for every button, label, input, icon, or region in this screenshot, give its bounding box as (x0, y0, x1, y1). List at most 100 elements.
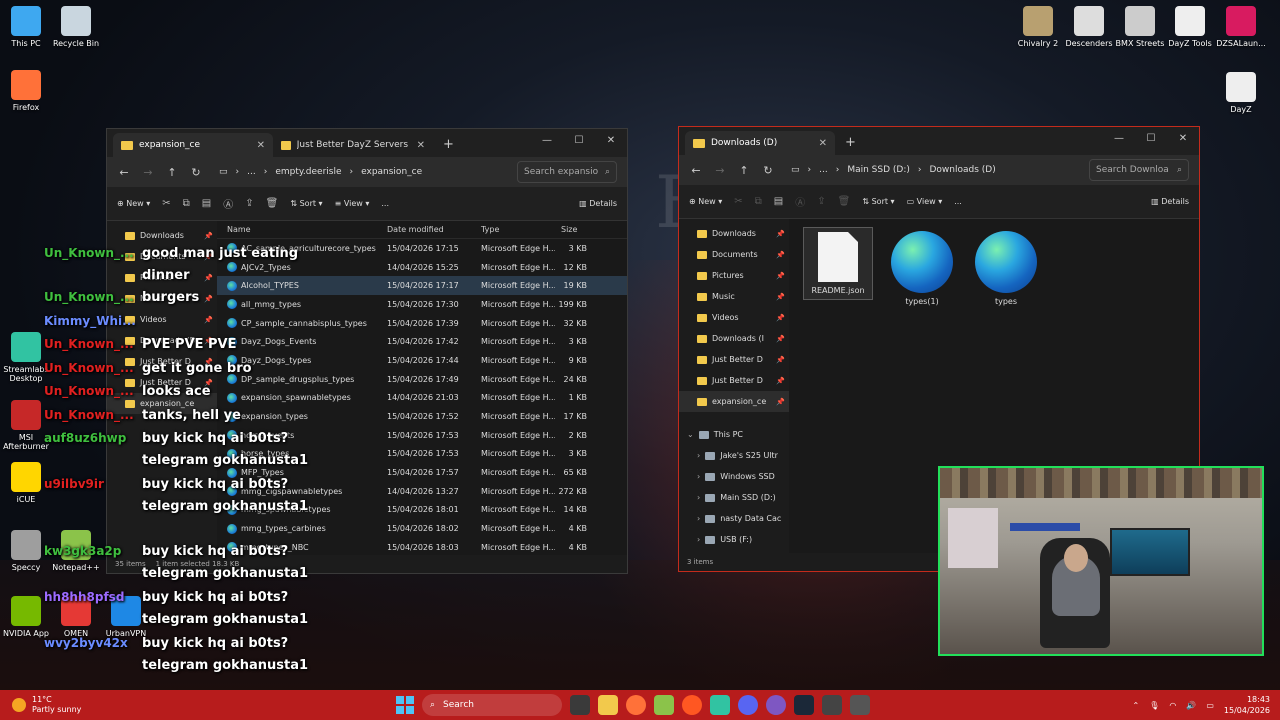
table-row[interactable]: CP_sample_cannabisplus_types 15/04/2026 1… (217, 314, 627, 333)
desktop-icon[interactable]: Firefox (0, 70, 52, 112)
back-icon[interactable]: ← (689, 164, 703, 177)
weather-widget[interactable]: 11°C Partly sunny (0, 695, 160, 715)
sort-button[interactable]: ⇅ Sort ▾ (290, 199, 322, 208)
microphone-icon[interactable]: 🎙 (1149, 701, 1159, 710)
close-tab-icon[interactable]: ✕ (819, 138, 827, 149)
chevron-right-icon[interactable]: ⌄ (687, 430, 694, 439)
paste-icon[interactable]: ▤ (774, 196, 783, 207)
new-button[interactable]: ⊕ New ▾ (117, 199, 150, 208)
up-icon[interactable]: ↑ (737, 164, 751, 177)
chevron-up-icon[interactable]: ⌃ (1133, 701, 1140, 710)
file-tile[interactable]: README.json (803, 227, 873, 300)
details-button[interactable]: ▥ Details (1151, 197, 1189, 206)
nav-item[interactable]: Documents 📌 (679, 244, 789, 265)
nav-item[interactable]: Pictures 📌 (679, 265, 789, 286)
notepad-plus-plus-icon[interactable] (654, 695, 674, 715)
obs-icon[interactable] (766, 695, 786, 715)
share-icon[interactable]: ⇪ (817, 196, 825, 207)
nav-item[interactable]: Downloads (I 📌 (679, 328, 789, 349)
breadcrumb[interactable]: ▭ › ... › Main SSD (D:) › Downloads (D) (785, 159, 1079, 181)
search-input[interactable]: Search Downloa ⌕ (1089, 159, 1189, 181)
nav-item[interactable]: › Windows SSD (679, 466, 789, 487)
table-row[interactable]: Dayz_Dogs_types 15/04/2026 17:44 Microsoft… (217, 351, 627, 370)
discord-icon[interactable] (738, 695, 758, 715)
table-row[interactable]: Alcohol_TYPES 15/04/2026 17:17 Microsoft E… (217, 276, 627, 296)
minimize-icon[interactable]: — (531, 129, 563, 151)
chevron-right-icon[interactable]: › (697, 535, 700, 544)
maximize-icon[interactable]: ☐ (1135, 127, 1167, 149)
nav-item[interactable]: › USB (F:) (679, 529, 789, 550)
battery-icon[interactable]: ▭ (1206, 701, 1214, 710)
more-button[interactable]: ... (381, 199, 389, 208)
dayz-tools-icon[interactable] (850, 695, 870, 715)
column-date[interactable]: Date modified (381, 225, 475, 234)
nav-item[interactable]: Just Better D 📌 (679, 370, 789, 391)
nav-item[interactable]: › Main SSD (D:) (679, 487, 789, 508)
refresh-icon[interactable]: ↻ (761, 164, 775, 177)
breadcrumb-item[interactable]: Main SSD (D:) (847, 165, 910, 175)
nav-item[interactable]: Downloads 📌 (679, 223, 789, 244)
up-icon[interactable]: ↑ (165, 166, 179, 179)
streamlabs-icon[interactable] (710, 695, 730, 715)
nav-item[interactable]: Videos 📌 (679, 307, 789, 328)
tab-just-better-dayz[interactable]: Just Better DayZ Servers Serve ✕ (273, 133, 433, 157)
nav-item[interactable]: expansion_ce 📌 (679, 391, 789, 412)
file-tile[interactable]: types(1) (887, 227, 957, 310)
clock[interactable]: 18:43 15/04/2026 (1224, 694, 1270, 716)
minimize-icon[interactable]: — (1103, 127, 1135, 149)
tab-expansion-ce[interactable]: expansion_ce ✕ (113, 133, 273, 157)
breadcrumb-overflow[interactable]: ... (819, 165, 828, 175)
table-row[interactable]: mmg_types_carbines 15/04/2026 18:02 Micros… (217, 519, 627, 538)
nav-item[interactable]: Downloads 📌 (107, 225, 217, 246)
table-row[interactable]: all_mmg_types 15/04/2026 17:30 Microsoft E… (217, 295, 627, 314)
desktop-icon[interactable]: Recycle Bin (50, 6, 102, 48)
taskbar-search[interactable]: ⌕ Search (422, 694, 562, 716)
maximize-icon[interactable]: ☐ (563, 129, 595, 151)
steam-icon[interactable] (794, 695, 814, 715)
new-button[interactable]: ⊕ New ▾ (689, 197, 722, 206)
breadcrumb-item[interactable]: expansion_ce (361, 167, 422, 177)
forward-icon[interactable]: → (713, 164, 727, 177)
table-row[interactable]: DP_sample_drugsplus_types 15/04/2026 17:4… (217, 370, 627, 389)
tab-downloads[interactable]: Downloads (D) ✕ (685, 131, 835, 155)
close-tab-icon[interactable]: ✕ (417, 140, 425, 151)
close-window-icon[interactable]: ✕ (595, 129, 627, 151)
desktop-icon[interactable]: BMX Streets (1114, 6, 1166, 48)
search-input[interactable]: Search expansio ⌕ (517, 161, 617, 183)
table-row[interactable]: expansion_spawnabletypes 14/04/2026 21:03… (217, 389, 627, 408)
new-tab-icon[interactable]: + (433, 137, 464, 157)
column-name[interactable]: Name (217, 225, 381, 234)
nav-item[interactable]: › nasty Data Cac (679, 508, 789, 529)
desktop-icon[interactable]: This PC (0, 6, 52, 48)
paste-icon[interactable]: ▤ (202, 198, 211, 209)
copy-icon[interactable]: ⧉ (755, 196, 762, 207)
breadcrumb-item[interactable]: Downloads (D) (930, 165, 996, 175)
more-button[interactable]: ... (954, 197, 962, 206)
view-button[interactable]: ≡ View ▾ (335, 199, 370, 208)
rename-icon[interactable]: Ⓐ (223, 196, 233, 211)
chevron-right-icon[interactable]: › (697, 514, 700, 523)
back-icon[interactable]: ← (117, 166, 131, 179)
column-type[interactable]: Type (475, 225, 555, 234)
rename-icon[interactable]: Ⓐ (795, 194, 805, 209)
chevron-right-icon[interactable]: › (697, 493, 700, 502)
view-button[interactable]: ▭ View ▾ (907, 197, 943, 206)
copy-icon[interactable]: ⧉ (183, 198, 190, 209)
forward-icon[interactable]: → (141, 166, 155, 179)
close-window-icon[interactable]: ✕ (1167, 127, 1199, 149)
table-row[interactable]: Dayz_Dogs_Events 15/04/2026 17:42 Microsof… (217, 332, 627, 351)
column-size[interactable]: Size (555, 225, 595, 234)
nav-item[interactable]: › Jake's S25 Ultr (679, 445, 789, 466)
share-icon[interactable]: ⇪ (245, 198, 253, 209)
desktop-icon[interactable]: Descenders (1063, 6, 1115, 48)
delete-icon[interactable]: 🗑 (838, 196, 851, 207)
nav-item[interactable]: Music 📌 (679, 286, 789, 307)
desktop-icon[interactable]: DZSALaun... (1215, 6, 1267, 48)
file-explorer-icon[interactable] (598, 695, 618, 715)
volume-icon[interactable]: 🔊 (1186, 701, 1196, 710)
delete-icon[interactable]: 🗑 (266, 198, 279, 209)
new-tab-icon[interactable]: + (835, 135, 866, 155)
breadcrumb[interactable]: ▭ › ... › empty.deerisle › expansion_ce (213, 161, 507, 183)
windows-start-icon[interactable] (396, 696, 414, 714)
file-tile[interactable]: types (971, 227, 1041, 310)
